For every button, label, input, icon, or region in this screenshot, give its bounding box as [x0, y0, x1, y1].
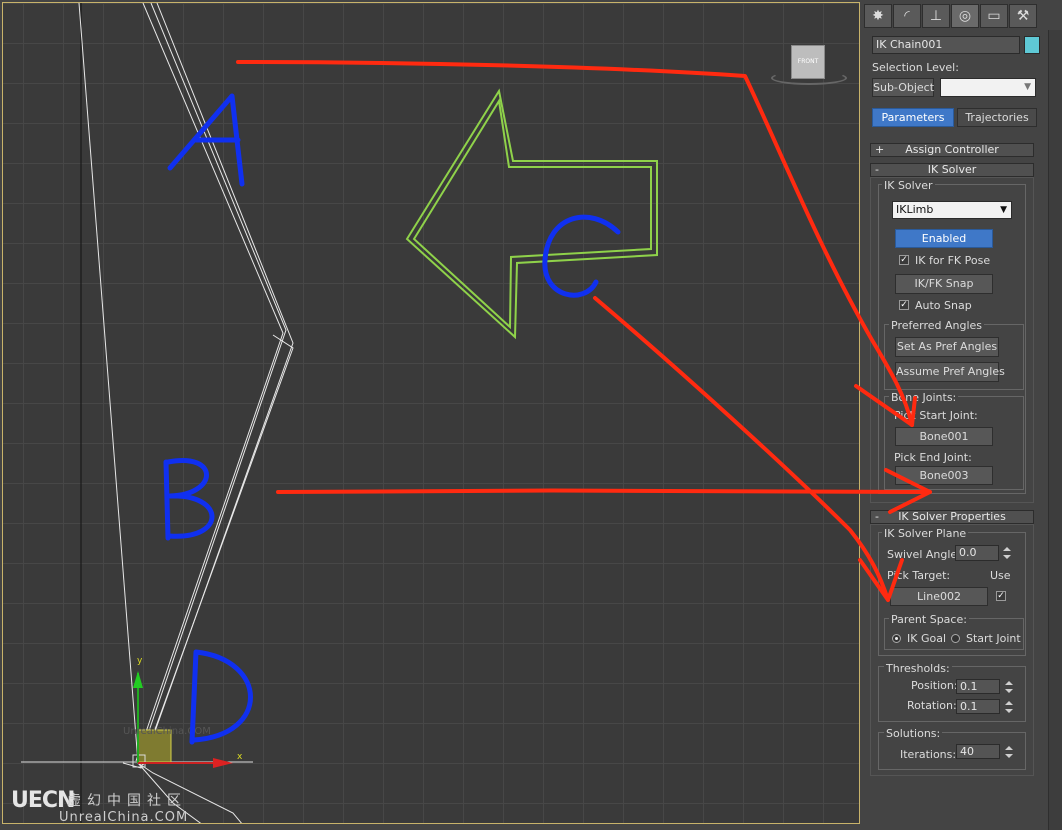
swivel-angle-field[interactable]: 0.0: [955, 545, 999, 561]
rollout-title: IK Solver Properties: [898, 510, 1006, 523]
rotation-label: Rotation:: [907, 699, 957, 712]
watermark-cn: 虚幻中国社区: [67, 793, 187, 809]
position-field[interactable]: 0.1: [956, 679, 1000, 694]
ik-solver-plane-label: IK Solver Plane: [882, 527, 969, 540]
ik-solver-properties-rollout[interactable]: - IK Solver Properties: [870, 510, 1034, 524]
use-label: Use: [990, 569, 1011, 582]
ik-fk-snap-button[interactable]: IK/FK Snap: [895, 274, 993, 294]
swivel-angle-spinner[interactable]: [1003, 545, 1011, 561]
start-joint-label: Pick Start Joint:: [894, 409, 978, 422]
ik-for-fk-pose-checkbox[interactable]: ✓: [899, 255, 909, 265]
preferred-angles-label: Preferred Angles: [889, 319, 985, 332]
start-joint-button[interactable]: Bone001: [895, 427, 993, 446]
y-arrow-icon: [133, 671, 143, 688]
sub-object-button[interactable]: Sub-Object: [872, 78, 934, 97]
auto-snap-checkbox[interactable]: ✓: [899, 300, 909, 310]
assume-pref-angles-button[interactable]: Assume Pref Angles: [895, 362, 1005, 382]
rollout-title: Assign Controller: [905, 143, 999, 156]
parent-space-label: Parent Space:: [889, 613, 969, 626]
watermark-en: UnrealChina.COM: [59, 810, 189, 824]
end-joint-button[interactable]: Bone003: [895, 466, 993, 485]
target-arrow-shape[interactable]: [405, 88, 658, 340]
rollout-title: IK Solver: [927, 163, 977, 176]
sub-object-dropdown[interactable]: ▼: [940, 78, 1036, 97]
ik-for-fk-pose-label: IK for FK Pose: [915, 254, 991, 267]
chevron-down-icon: ▼: [1024, 82, 1031, 92]
position-label: Position:: [911, 679, 958, 692]
position-spinner[interactable]: [1005, 679, 1013, 695]
parameters-tab-button[interactable]: Parameters: [872, 108, 954, 127]
iterations-label: Iterations:: [900, 748, 957, 761]
start-joint-radio-label: Start Joint: [966, 632, 1021, 645]
bone-chain-wireframe: [78, 3, 294, 823]
ik-goal-label: IK Goal: [907, 632, 947, 645]
faint-watermark-text: UnrealChina.COM: [123, 726, 211, 737]
hierarchy-icon[interactable]: ⊥: [922, 4, 950, 28]
selection-level-label: Selection Level:: [872, 61, 959, 74]
chevron-down-icon: ▼: [1000, 205, 1007, 215]
y-axis-label: y: [137, 656, 143, 666]
trajectories-tab-button[interactable]: Trajectories: [957, 108, 1037, 127]
display-icon[interactable]: ▭: [980, 4, 1008, 28]
utilities-icon[interactable]: ⚒: [1009, 4, 1037, 28]
create-icon[interactable]: ✸: [864, 4, 892, 28]
ik-solver-rollout[interactable]: - IK Solver: [870, 163, 1034, 177]
object-color-swatch[interactable]: [1024, 36, 1040, 54]
auto-snap-label: Auto Snap: [915, 299, 972, 312]
ik-solver-group-label: IK Solver: [882, 179, 935, 192]
scene-wireframe: y x UnrealChina.COM: [21, 3, 658, 823]
ik-goal-radio[interactable]: [892, 634, 901, 643]
solver-type-select[interactable]: IKLimb ▼: [892, 201, 1012, 219]
swivel-angle-label: Swivel Angle:: [887, 548, 961, 561]
command-panel: ✸ ◜ ⊥ ◎ ▭ ⚒ IK Chain001 Selection Level:…: [862, 0, 1062, 830]
solver-type-value: IKLimb: [896, 203, 934, 216]
iterations-field[interactable]: 40: [956, 744, 1000, 759]
expand-icon: +: [875, 143, 885, 156]
modify-icon[interactable]: ◜: [893, 4, 921, 28]
end-joint-label: Pick End Joint:: [894, 451, 972, 464]
rotation-spinner[interactable]: [1005, 699, 1013, 715]
viewcube-ring[interactable]: [771, 71, 847, 85]
object-name-field[interactable]: IK Chain001: [872, 36, 1020, 54]
viewport-front[interactable]: y x UnrealChina.COM FRONT UECN 虚幻中国社区 Un…: [2, 2, 860, 824]
rotation-field[interactable]: 0.1: [956, 699, 1000, 714]
panel-scrollbar[interactable]: [1048, 30, 1062, 830]
collapse-icon: -: [875, 510, 879, 523]
assign-controller-rollout[interactable]: + Assign Controller: [870, 143, 1034, 157]
bone-joints-label: Bone Joints:: [889, 391, 959, 404]
x-arrow-icon: [213, 758, 233, 768]
start-joint-radio[interactable]: [951, 634, 960, 643]
target-button[interactable]: Line002: [890, 587, 988, 606]
solutions-label: Solutions:: [884, 727, 943, 740]
thresholds-label: Thresholds:: [884, 662, 952, 675]
enabled-button[interactable]: Enabled: [895, 229, 993, 248]
iterations-spinner[interactable]: [1005, 744, 1013, 760]
x-axis-label: x: [237, 752, 243, 762]
pick-target-label: Pick Target:: [887, 569, 951, 582]
collapse-icon: -: [875, 163, 879, 176]
motion-icon[interactable]: ◎: [951, 4, 979, 28]
use-target-checkbox[interactable]: ✓: [996, 591, 1006, 601]
set-as-pref-angles-button[interactable]: Set As Pref Angles: [895, 337, 999, 357]
viewcube-label: FRONT: [797, 58, 819, 65]
